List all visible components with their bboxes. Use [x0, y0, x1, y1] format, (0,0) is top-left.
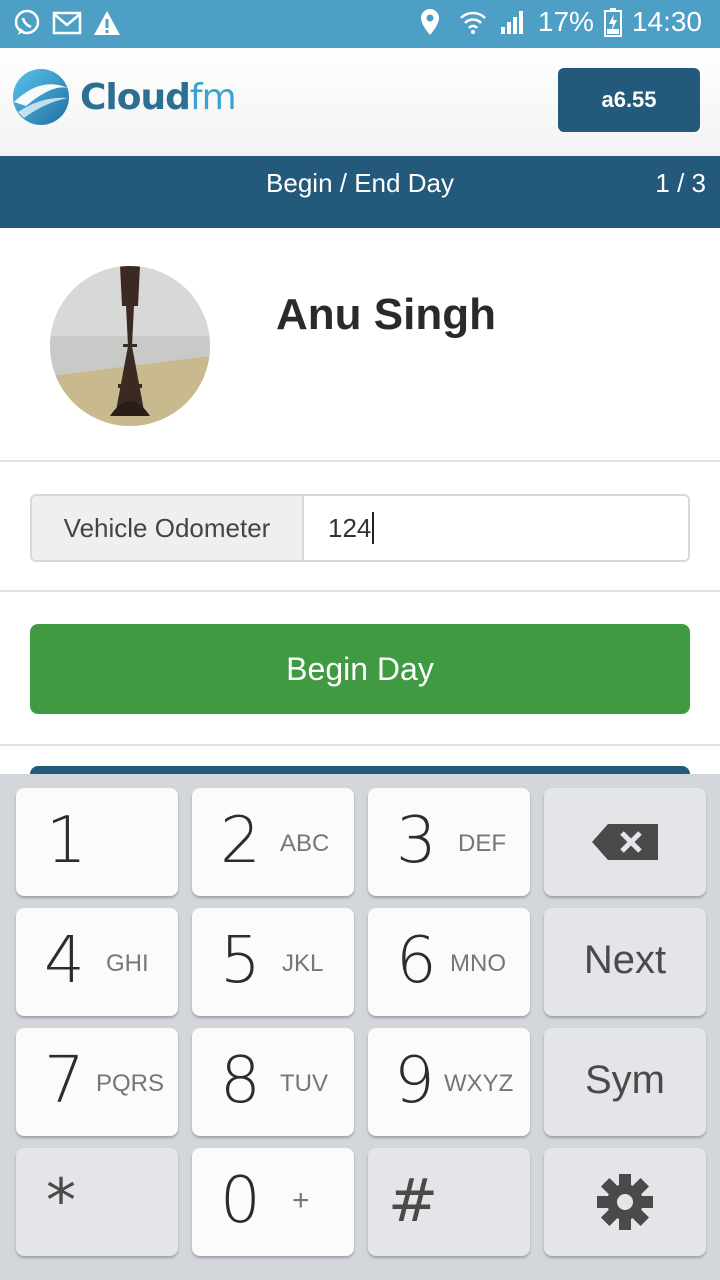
key-5[interactable]: 5 JKL [192, 908, 354, 1016]
odometer-label: Vehicle Odometer [32, 496, 304, 560]
odometer-section: Vehicle Odometer 124 [0, 464, 720, 592]
page-indicator: 1 / 3 [655, 168, 706, 198]
key-8[interactable]: 8 TUV [192, 1028, 354, 1136]
gmail-icon [52, 8, 82, 38]
version-button[interactable]: a6.55 [558, 68, 700, 132]
eiffel-tower-photo [50, 266, 210, 426]
battery-percent: 17% [537, 6, 594, 37]
logo-text: Cloudfm [80, 76, 237, 118]
key-9[interactable]: 9 WXYZ [368, 1028, 530, 1136]
warning-icon [92, 8, 122, 38]
cloudfm-logo-icon [13, 69, 69, 125]
key-1[interactable]: 1 [16, 788, 178, 896]
odometer-value: 124 [328, 512, 372, 543]
odometer-input-group: Vehicle Odometer 124 [30, 494, 690, 562]
app-header: Cloudfm a6.55 [0, 48, 720, 156]
cloudfm-logo: Cloudfm [12, 66, 237, 128]
settings-key[interactable] [544, 1148, 706, 1256]
status-bar: 17% 14:30 [0, 0, 720, 48]
gear-icon [597, 1174, 653, 1230]
key-7[interactable]: 7 PQRS [16, 1028, 178, 1136]
profile-name: Anu Singh [276, 290, 496, 339]
battery-charging-icon [603, 7, 622, 37]
clock: 14:30 [631, 6, 702, 37]
key-0[interactable]: 0 + [192, 1148, 354, 1256]
page-title: Begin / End Day [266, 168, 454, 198]
wifi-icon [458, 7, 488, 37]
page-title-bar: Begin / End Day 1 / 3 [0, 156, 720, 228]
star-key[interactable]: * [16, 1148, 178, 1256]
key-3[interactable]: 3 DEF [368, 788, 530, 896]
key-6[interactable]: 6 MNO [368, 908, 530, 1016]
backspace-icon [592, 824, 658, 860]
signal-icon [498, 7, 528, 37]
key-2[interactable]: 2 ABC [192, 788, 354, 896]
profile-section: Anu Singh [0, 228, 720, 462]
numeric-keyboard: 1 2 ABC 3 DEF 4 GHI 5 JKL 6 MNO Next 7 P… [0, 774, 720, 1280]
begin-day-button[interactable]: Begin Day [30, 624, 690, 714]
odometer-input[interactable]: 124 [304, 496, 688, 560]
key-4[interactable]: 4 GHI [16, 908, 178, 1016]
whatsapp-icon [12, 8, 42, 38]
divider [0, 744, 720, 746]
sym-key[interactable]: Sym [544, 1028, 706, 1136]
avatar [50, 266, 210, 426]
location-icon [418, 7, 448, 37]
hash-key[interactable]: # [368, 1148, 530, 1256]
text-caret [372, 512, 375, 544]
next-key[interactable]: Next [544, 908, 706, 1016]
app-screen: 17% 14:30 Cloudfm a6.55 Begin / End Day … [0, 0, 720, 1280]
backspace-key[interactable] [544, 788, 706, 896]
